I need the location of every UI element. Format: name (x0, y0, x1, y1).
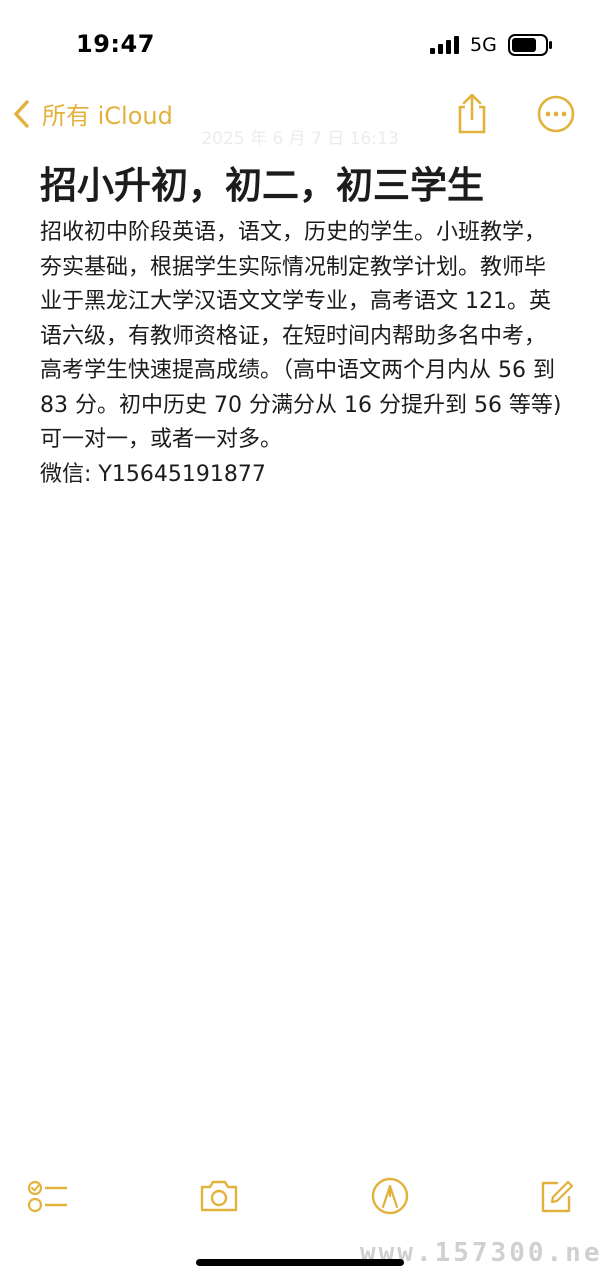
status-time: 19:47 (76, 30, 155, 58)
network-type: 5G (470, 34, 497, 56)
note-body-text: 招收初中阶段英语，语文，历史的学生。小班教学，夯实基础，根据学生实际情况制定教学… (40, 220, 562, 452)
note-contact: 微信: Y15645191877 (40, 461, 266, 487)
navigation-bar: 所有 iCloud 2025 年 6 月 7 日 16:13 (0, 88, 600, 149)
battery-icon (508, 34, 552, 56)
markup-icon[interactable] (368, 1174, 412, 1218)
compose-icon[interactable] (534, 1174, 578, 1218)
share-icon[interactable] (452, 92, 492, 136)
home-indicator (196, 1259, 404, 1266)
status-bar: 19:47 5G (0, 0, 600, 80)
note-body[interactable]: 招收初中阶段英语，语文，历史的学生。小班教学，夯实基础，根据学生实际情况制定教学… (40, 216, 565, 492)
bottom-toolbar (0, 1170, 600, 1220)
cellular-signal-icon (430, 36, 459, 54)
checklist-icon[interactable] (26, 1174, 70, 1218)
note-title[interactable]: 招小升初，初二，初三学生 (40, 158, 580, 214)
more-options-icon[interactable] (536, 94, 576, 134)
note-date: 2025 年 6 月 7 日 16:13 (201, 129, 399, 149)
camera-icon[interactable] (197, 1174, 241, 1218)
